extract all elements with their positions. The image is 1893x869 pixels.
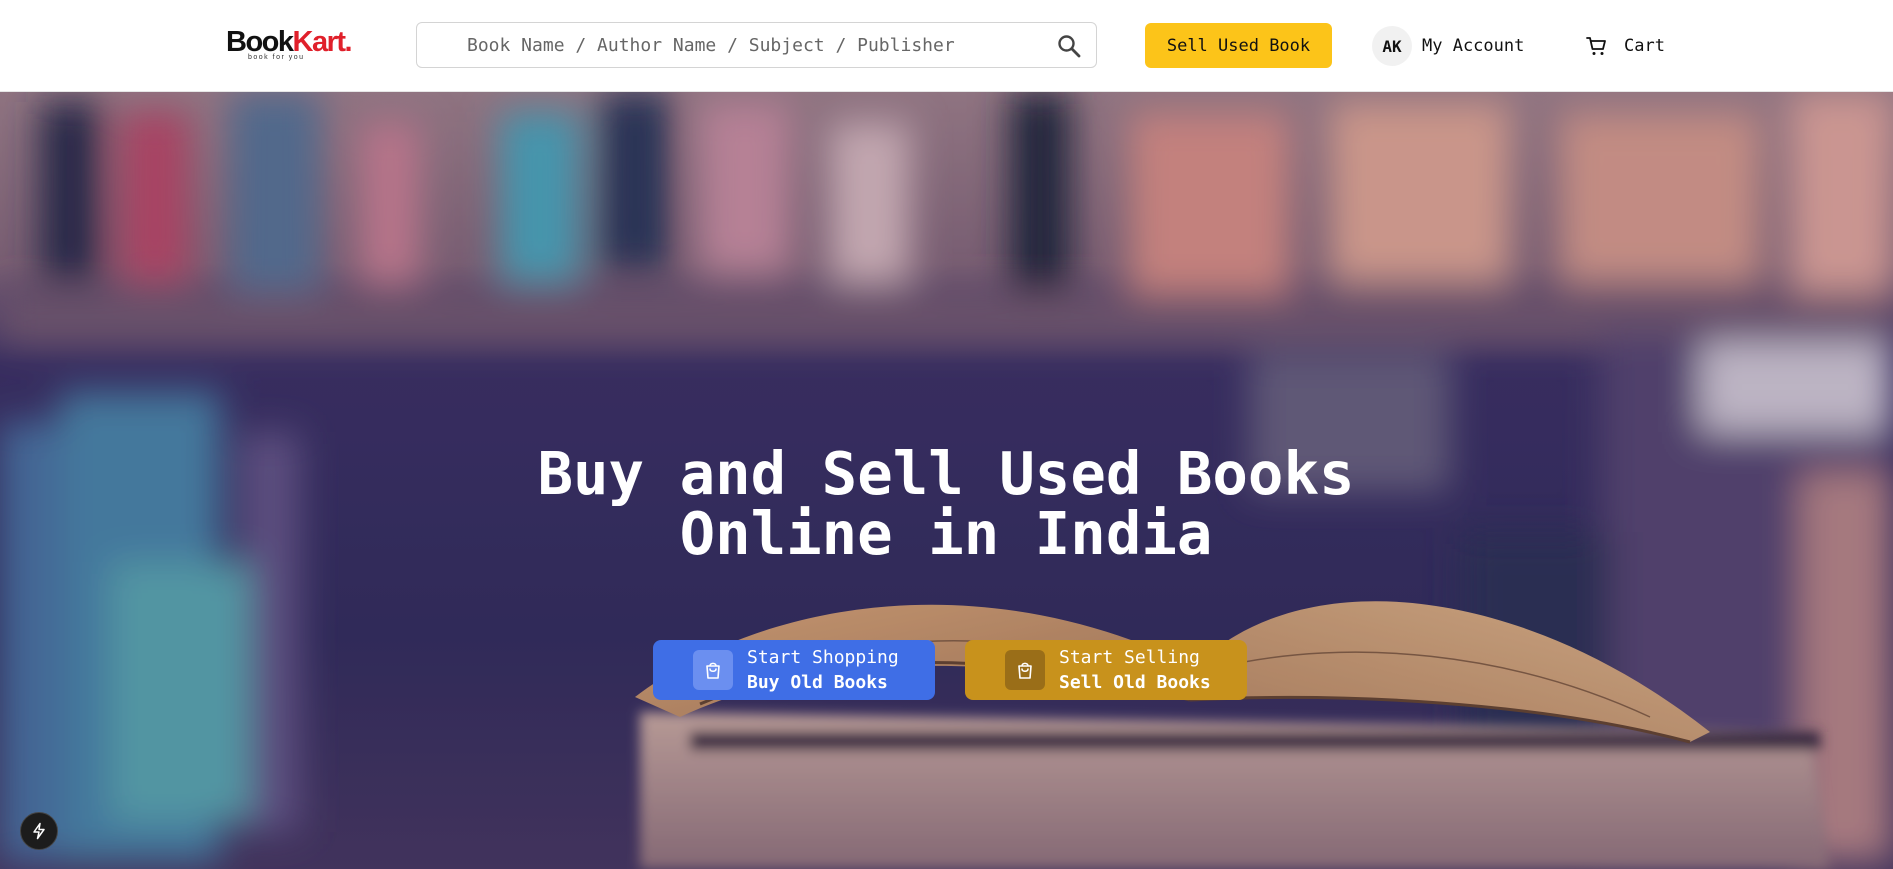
- start-shopping-button[interactable]: Start Shopping Buy Old Books: [653, 640, 935, 700]
- my-account-label: My Account: [1422, 36, 1525, 56]
- hero-section: Buy and Sell Used Books Online in India …: [0, 92, 1893, 869]
- logo-tagline: book for you: [248, 54, 305, 61]
- hero-title-line-1: Buy and Sell Used Books: [537, 439, 1355, 508]
- sell-used-book-button[interactable]: Sell Used Book: [1145, 23, 1332, 68]
- shopping-bag-icon: [1005, 650, 1045, 690]
- start-shopping-text: Start Shopping Buy Old Books: [747, 645, 899, 695]
- lightning-icon[interactable]: [20, 812, 58, 850]
- start-selling-label: Start Selling: [1059, 647, 1200, 668]
- search-input[interactable]: [467, 23, 1027, 67]
- hero-title-line-2: Online in India: [679, 499, 1213, 568]
- start-selling-button[interactable]: Start Selling Sell Old Books: [965, 640, 1247, 700]
- sell-old-books-label: Sell Old Books: [1059, 672, 1211, 693]
- search-bar: [416, 22, 1097, 68]
- start-selling-text: Start Selling Sell Old Books: [1059, 645, 1211, 695]
- my-account-link[interactable]: AK My Account: [1372, 26, 1524, 66]
- start-shopping-label: Start Shopping: [747, 647, 899, 668]
- hero-title: Buy and Sell Used Books Online in India: [446, 444, 1446, 564]
- site-header: BookKart. book for you Sell Used Book AK…: [0, 0, 1893, 92]
- buy-old-books-label: Buy Old Books: [747, 672, 888, 693]
- bookkart-logo[interactable]: BookKart. book for you: [226, 26, 358, 62]
- cart-link[interactable]: Cart: [1585, 26, 1665, 66]
- search-icon[interactable]: [1056, 33, 1082, 59]
- shopping-bag-icon: [693, 650, 733, 690]
- cart-label: Cart: [1624, 36, 1665, 56]
- cart-icon: [1585, 34, 1609, 58]
- avatar: AK: [1372, 26, 1412, 66]
